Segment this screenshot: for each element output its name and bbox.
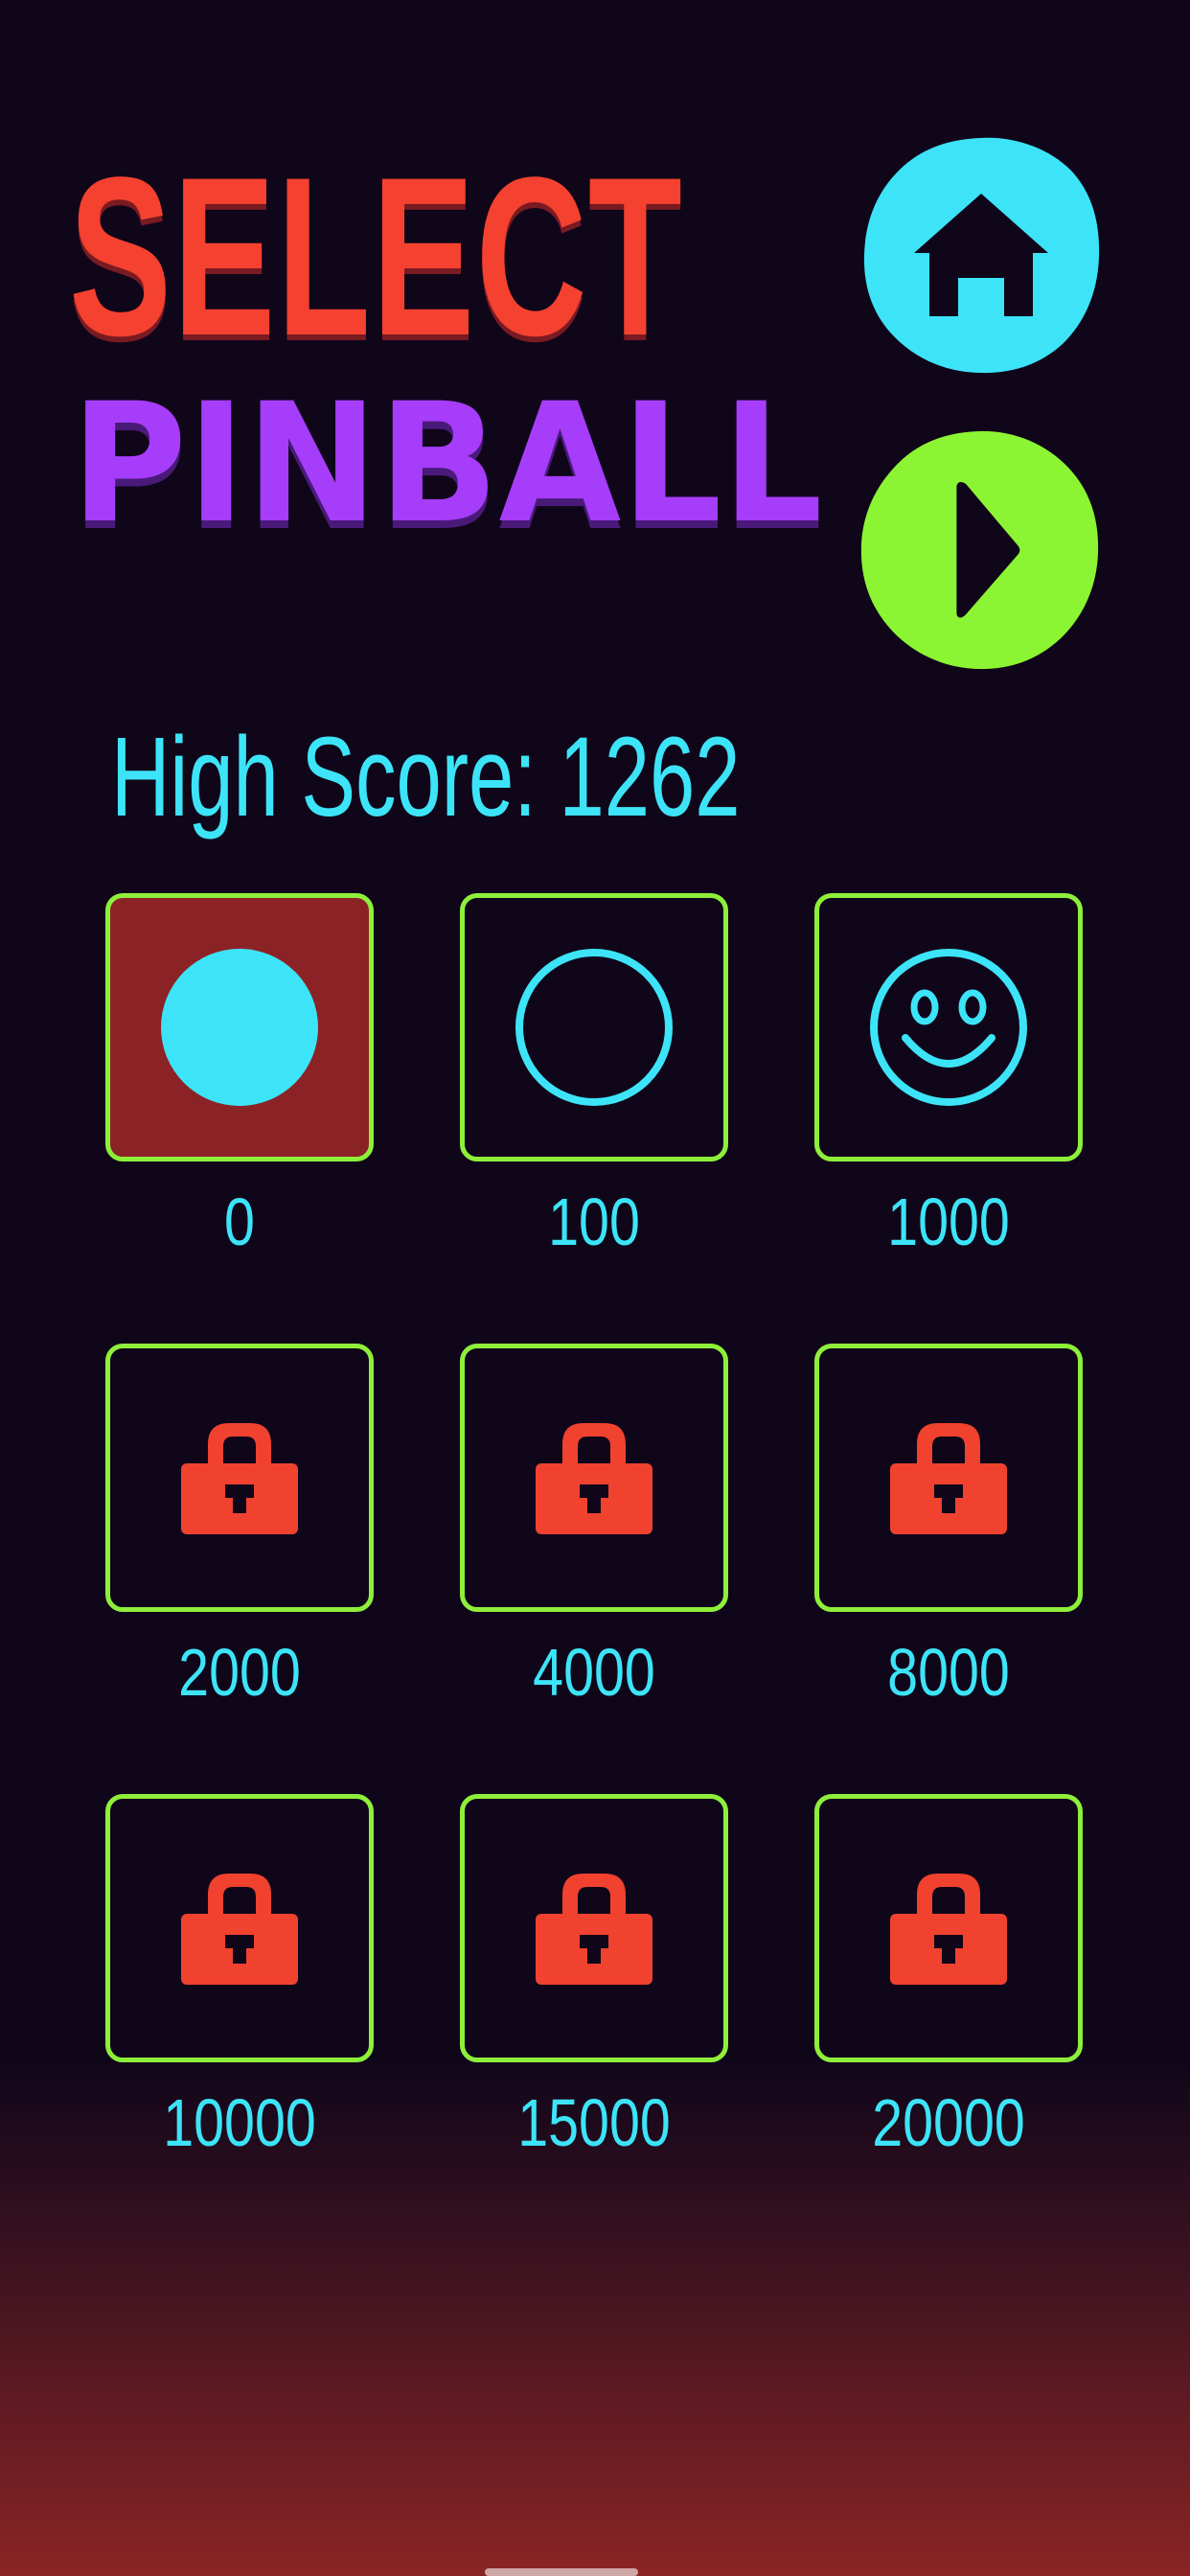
play-icon: [860, 430, 1099, 670]
ball-cost-label: 8000: [887, 1635, 1010, 1710]
title-pinball: PINBALL: [71, 367, 823, 560]
ball-cost-label: 15000: [517, 2085, 671, 2160]
home-button[interactable]: [860, 134, 1102, 376]
filled-ball-icon: [158, 946, 321, 1109]
ball-option[interactable]: 8000: [814, 1344, 1083, 1706]
ball-cost-label: 1000: [887, 1184, 1010, 1259]
ball-cost-label: 10000: [163, 2085, 316, 2160]
lock-icon: [179, 1417, 300, 1538]
ball-option[interactable]: 10000: [105, 1794, 374, 2156]
ball-cost-label: 4000: [533, 1635, 655, 1710]
lock-icon: [888, 1868, 1009, 1989]
high-score-label: High Score: 1262: [111, 714, 741, 840]
lock-icon: [534, 1417, 654, 1538]
smiley-ball-icon: [867, 946, 1030, 1109]
lock-icon: [179, 1868, 300, 1989]
lock-icon: [534, 1868, 654, 1989]
ball-option[interactable]: 100: [460, 893, 728, 1255]
ball-tile[interactable]: [814, 893, 1083, 1162]
home-indicator: [485, 2568, 638, 2576]
locked-ball-tile[interactable]: [814, 1344, 1083, 1612]
locked-ball-tile[interactable]: [460, 1794, 728, 2062]
ball-cost-label: 100: [548, 1184, 640, 1259]
lock-icon: [888, 1417, 1009, 1538]
ball-option[interactable]: 2000: [105, 1344, 374, 1706]
locked-ball-tile[interactable]: [814, 1794, 1083, 2062]
ball-cost-label: 20000: [872, 2085, 1025, 2160]
home-icon: [863, 137, 1100, 374]
ball-option[interactable]: 20000: [814, 1794, 1083, 2156]
locked-ball-tile[interactable]: [460, 1344, 728, 1612]
title-select: SELECT: [69, 130, 684, 383]
ball-option[interactable]: 1000: [814, 893, 1083, 1255]
ball-option[interactable]: 4000: [460, 1344, 728, 1706]
ball-cost-label: 2000: [178, 1635, 301, 1710]
ball-cost-label: 0: [224, 1184, 255, 1259]
ball-option[interactable]: 0: [105, 893, 374, 1255]
locked-ball-tile[interactable]: [105, 1794, 374, 2062]
ball-tile[interactable]: [105, 893, 374, 1162]
play-button[interactable]: [858, 429, 1100, 671]
ball-option[interactable]: 15000: [460, 1794, 728, 2156]
ring-ball-icon: [513, 946, 675, 1109]
ball-tile[interactable]: [460, 893, 728, 1162]
locked-ball-tile[interactable]: [105, 1344, 374, 1612]
